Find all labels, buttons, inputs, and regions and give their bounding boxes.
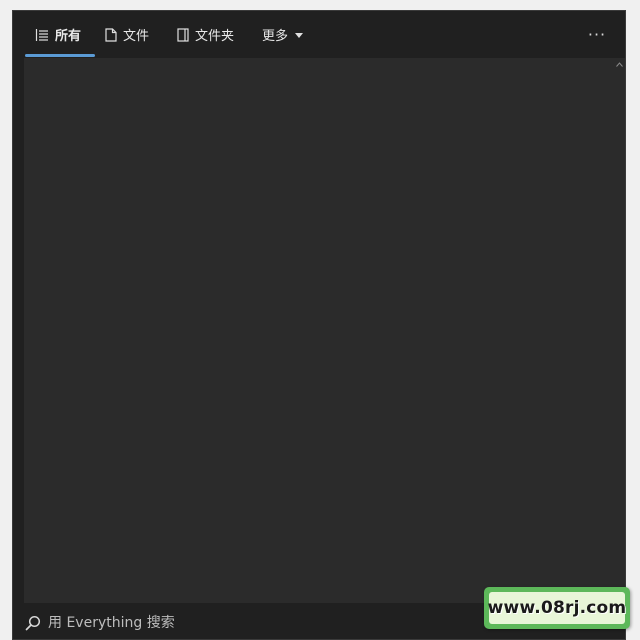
tab-all-label: 所有 (55, 29, 82, 44)
watermark-badge: www.08rj.com (487, 592, 627, 624)
scroll-up-icon[interactable] (616, 62, 623, 69)
tab-folders-label: 文件夹 (195, 29, 235, 44)
chevron-down-icon (294, 30, 304, 40)
tab-all[interactable]: 所有 (35, 11, 81, 58)
tab-files-label: 文件 (123, 29, 150, 44)
watermark-text: www.08rj.com (487, 598, 627, 618)
app-window: 所有 文件 文件夹 更多 ··· 用 Everything 搜索 (12, 10, 626, 640)
tab-more-label: 更多 (262, 29, 289, 44)
list-icon (35, 28, 49, 42)
vertical-scrollbar[interactable] (614, 58, 625, 603)
tab-folders[interactable]: 文件夹 (177, 11, 234, 58)
tab-more[interactable]: 更多 (262, 11, 304, 58)
file-icon (105, 27, 117, 42)
results-list[interactable] (24, 58, 614, 603)
site-watermark: www.08rj.com (484, 587, 630, 629)
search-icon (25, 615, 41, 631)
search-input[interactable] (48, 611, 448, 635)
tab-bar: 所有 文件 文件夹 更多 ··· (13, 11, 625, 58)
tab-files[interactable]: 文件 (105, 11, 149, 58)
active-tab-indicator (25, 54, 95, 57)
more-options-button[interactable]: ··· (585, 23, 609, 45)
folder-icon (177, 27, 189, 42)
more-horizontal-icon: ··· (587, 24, 607, 44)
